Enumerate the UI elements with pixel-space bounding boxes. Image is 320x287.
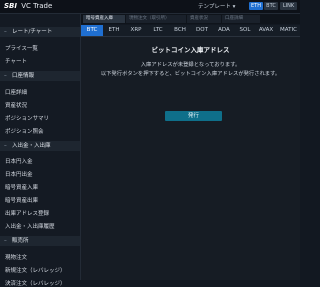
- sidebar-group-label: 入出金・入出庫: [12, 143, 51, 149]
- tab-account-details[interactable]: 口座詳細: [222, 15, 260, 23]
- coin-tab-xrp[interactable]: XRP: [125, 25, 147, 36]
- coin-tab-bch[interactable]: BCH: [169, 25, 191, 36]
- coin-tab-ltc[interactable]: LTC: [147, 25, 169, 36]
- sidebar-item-chart[interactable]: チャート: [5, 57, 27, 65]
- sidebar-group-label: 口座情報: [12, 73, 35, 79]
- coin-tab-sol[interactable]: SOL: [235, 25, 255, 36]
- sidebar-item-jpy-withdraw[interactable]: 日本円出金: [5, 170, 33, 178]
- chevron-down-icon: –: [4, 73, 7, 79]
- logo-mark: SBI: [4, 2, 17, 10]
- tab-crypto-deposit[interactable]: 暗号資産入庫: [83, 15, 125, 23]
- sidebar-item-position-summary[interactable]: ポジションサマリ: [5, 114, 49, 122]
- coin-tabs: BTC ETH XRP LTC BCH DOT ADA SOL AVAX MAT…: [81, 25, 300, 37]
- sidebar-group-account[interactable]: – 口座情報: [0, 71, 80, 81]
- sidebar-group-sales-office[interactable]: – 販売所: [0, 236, 80, 246]
- header-chip-link[interactable]: LINK: [280, 2, 297, 10]
- sidebar-item-asset-status[interactable]: 資産状況: [5, 101, 27, 109]
- chevron-down-icon: –: [4, 238, 7, 244]
- tab-asset-status[interactable]: 資産状況: [187, 15, 221, 23]
- sidebar-item-jpy-deposit[interactable]: 日本円入金: [5, 157, 33, 165]
- window-tabs: 暗号資産入庫 現物注文（取引所） 資産状況 口座詳細: [81, 14, 300, 24]
- sidebar-item-position-inquiry[interactable]: ポジション照会: [5, 127, 44, 135]
- top-bar: SBI VC Trade テンプレート ▾ ETH BTC LINK: [0, 0, 300, 14]
- header-chip-eth[interactable]: ETH: [249, 2, 263, 10]
- sidebar-group-label: 販売所: [12, 238, 29, 244]
- chevron-down-icon: –: [4, 143, 7, 149]
- header-chip-btc[interactable]: BTC: [264, 2, 278, 10]
- status-message-line-1: 入庫アドレスが未登録となっております。: [140, 62, 241, 68]
- sidebar-group-rate-chart[interactable]: – レート/チャート: [0, 27, 80, 37]
- sidebar-group-deposit-withdraw[interactable]: – 入出金・入出庫: [0, 141, 80, 151]
- logo-text: VC Trade: [21, 2, 53, 10]
- sidebar: – レート/チャート プライス一覧 チャート – 口座情報 口座詳細 資産状況 ポジ…: [0, 14, 81, 287]
- sidebar-item-account-details[interactable]: 口座詳細: [5, 88, 27, 96]
- page-title: ビットコイン入庫アドレス: [151, 46, 230, 54]
- sidebar-item-crypto-withdraw[interactable]: 暗号資産出庫: [5, 196, 38, 204]
- coin-tab-avax[interactable]: AVAX: [255, 25, 277, 36]
- sidebar-item-history[interactable]: 入出金・入出庫履歴: [5, 222, 55, 230]
- coin-tab-ada[interactable]: ADA: [213, 25, 235, 36]
- coin-tab-matic[interactable]: MATIC: [277, 25, 300, 36]
- tab-spot-order[interactable]: 現物注文（取引所）: [126, 15, 186, 23]
- sidebar-group-label: レート/チャート: [12, 29, 53, 35]
- chevron-down-icon: –: [4, 29, 7, 35]
- sidebar-item-withdraw-address[interactable]: 出庫アドレス登録: [5, 209, 49, 217]
- sidebar-item-crypto-deposit[interactable]: 暗号資産入庫: [5, 183, 38, 191]
- sidebar-item-new-leverage-order[interactable]: 新規注文（レバレッジ）: [5, 266, 66, 274]
- app-logo: SBI VC Trade: [4, 2, 52, 10]
- coin-tab-eth[interactable]: ETH: [103, 25, 125, 36]
- sidebar-item-spot-order[interactable]: 現物注文: [5, 253, 27, 261]
- template-dropdown[interactable]: テンプレート ▾: [198, 2, 235, 10]
- sidebar-item-price-list[interactable]: プライス一覧: [5, 44, 38, 52]
- sidebar-item-close-leverage-order[interactable]: 決済注文（レバレッジ）: [5, 279, 66, 287]
- status-message-line-2: 以下発行ボタンを押下すると、ビットコイン入庫アドレスが発行されます。: [100, 71, 281, 77]
- coin-tab-btc[interactable]: BTC: [81, 25, 103, 36]
- issue-address-button[interactable]: 発行: [165, 111, 222, 121]
- coin-tab-dot[interactable]: DOT: [191, 25, 213, 36]
